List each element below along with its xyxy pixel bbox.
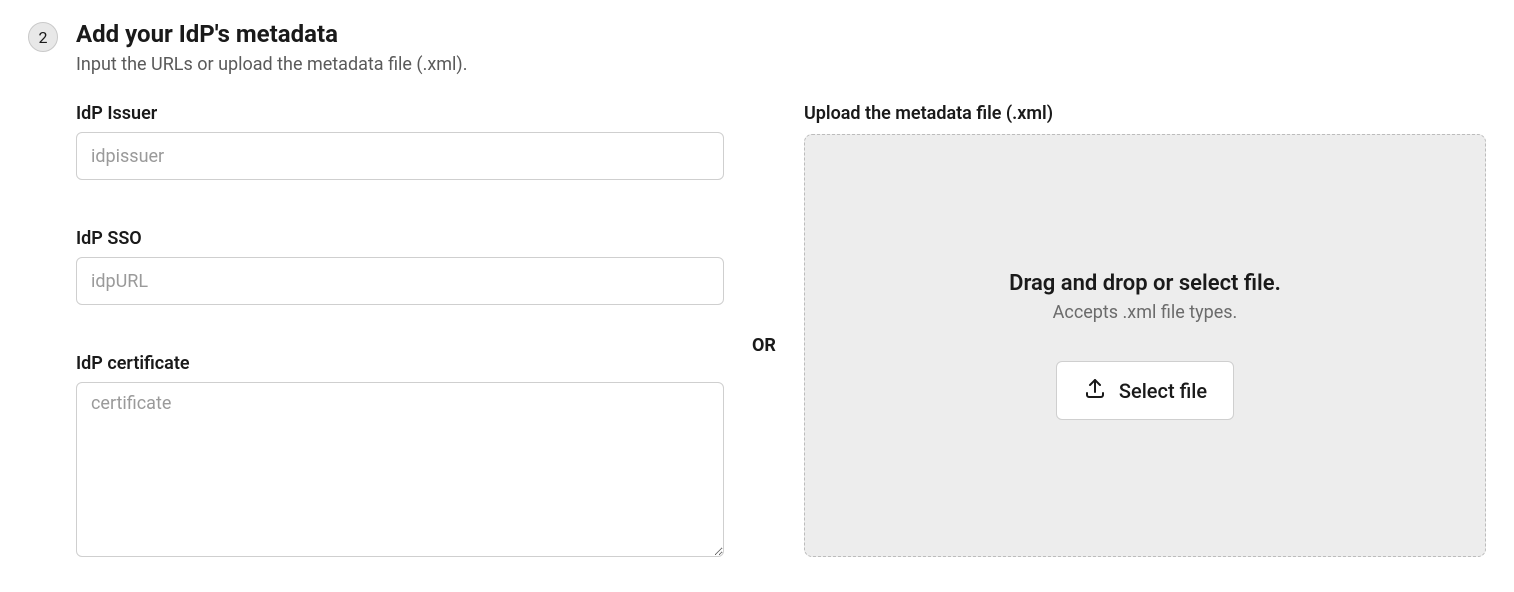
certificate-label: IdP certificate — [76, 353, 724, 374]
file-dropzone[interactable]: Drag and drop or select file. Accepts .x… — [804, 134, 1486, 557]
issuer-label: IdP Issuer — [76, 103, 724, 124]
upload-icon — [1083, 376, 1107, 405]
select-file-button[interactable]: Select file — [1056, 361, 1234, 420]
upload-label: Upload the metadata file (.xml) — [804, 103, 1486, 124]
field-group-sso: IdP SSO — [76, 228, 724, 305]
field-group-certificate: IdP certificate — [76, 353, 724, 557]
step-number-badge: 2 — [28, 22, 58, 52]
upload-column: Upload the metadata file (.xml) Drag and… — [804, 103, 1486, 557]
issuer-input[interactable] — [76, 132, 724, 180]
step-title: Add your IdP's metadata — [76, 20, 1486, 48]
sso-input[interactable] — [76, 257, 724, 305]
step-body: Add your IdP's metadata Input the URLs o… — [76, 20, 1486, 557]
sso-label: IdP SSO — [76, 228, 724, 249]
step-number-text: 2 — [39, 28, 48, 47]
dropzone-primary-text: Drag and drop or select file. — [1009, 271, 1281, 296]
manual-fields-column: IdP Issuer IdP SSO IdP certificate — [76, 103, 724, 557]
config-row: IdP Issuer IdP SSO IdP certificate OR Up… — [76, 103, 1486, 557]
step-subtitle: Input the URLs or upload the metadata fi… — [76, 54, 1486, 75]
or-divider: OR — [752, 305, 776, 356]
field-group-issuer: IdP Issuer — [76, 103, 724, 180]
select-file-button-label: Select file — [1119, 379, 1207, 403]
certificate-textarea[interactable] — [76, 382, 724, 557]
dropzone-secondary-text: Accepts .xml file types. — [1053, 302, 1238, 323]
step-container: 2 Add your IdP's metadata Input the URLs… — [28, 20, 1486, 557]
